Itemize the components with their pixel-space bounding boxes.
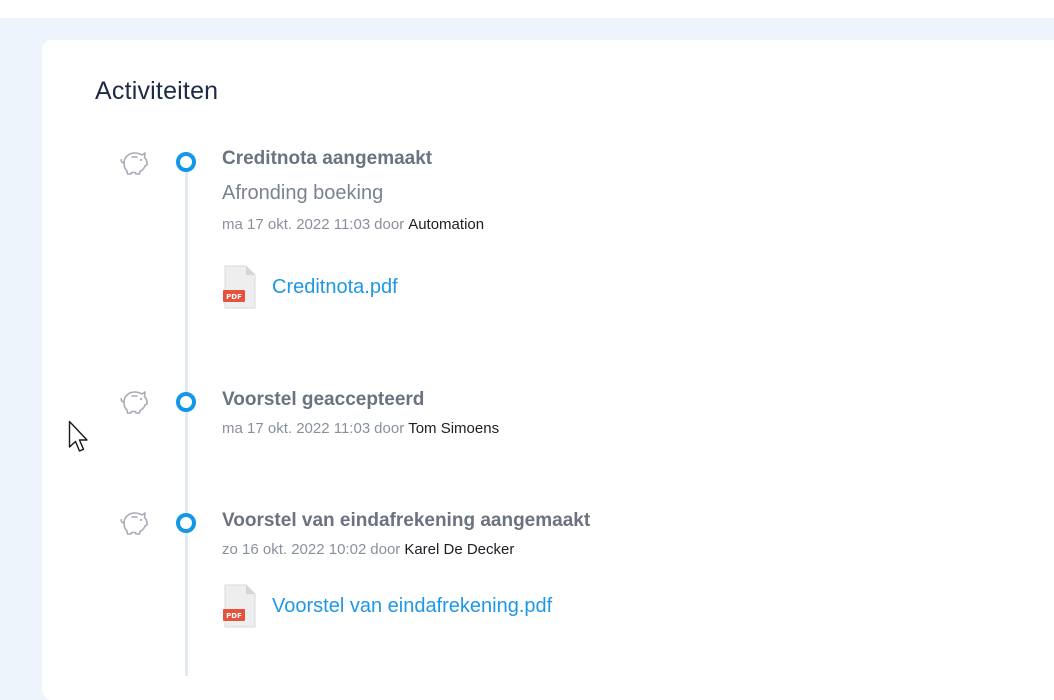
- activity-title: Creditnota aangemaakt: [222, 148, 433, 169]
- activity-author: Tom Simoens: [408, 420, 500, 437]
- mouse-cursor-icon: [68, 420, 88, 452]
- activity-title: Voorstel van eindafrekening aangemaakt: [222, 510, 591, 531]
- activity-description: Afronding boeking: [222, 182, 384, 204]
- activity-by: door: [374, 420, 405, 437]
- attachment-filename[interactable]: Voorstel van eindafrekening.pdf: [272, 595, 552, 618]
- activity-date: zo 16 okt. 2022 10:02: [222, 541, 367, 558]
- activity-meta: zo 16 okt. 2022 10:02 door Karel De Decker: [222, 540, 590, 560]
- activity-meta: ma 17 okt. 2022 11:03 door Tom Simoens: [222, 419, 499, 439]
- top-band: [0, 0, 1054, 18]
- attachment-link[interactable]: PDF Creditnota.pdf: [222, 265, 484, 309]
- activity-body: Creditnota aangemaakt Afronding boeking …: [222, 146, 484, 309]
- piggy-bank-icon: [120, 152, 148, 175]
- timeline-dot: [176, 392, 196, 412]
- activity-meta: ma 17 okt. 2022 11:03 door Automation: [222, 215, 484, 235]
- pdf-badge-label: PDF: [226, 293, 242, 301]
- pdf-file-icon: PDF: [223, 584, 256, 628]
- piggy-bank-icon: [120, 512, 148, 535]
- activity-author: Karel De Decker: [404, 541, 515, 558]
- timeline-dot: [176, 513, 196, 533]
- activity-body: Voorstel geaccepteerd ma 17 okt. 2022 11…: [222, 387, 499, 439]
- timeline-line: [185, 166, 188, 676]
- activity-by: door: [370, 541, 401, 558]
- activity-body: Voorstel van eindafrekening aangemaakt z…: [222, 508, 590, 628]
- attachment-filename[interactable]: Creditnota.pdf: [272, 276, 398, 299]
- activity-date: ma 17 okt. 2022 11:03: [222, 216, 371, 233]
- activity-title: Voorstel geaccepteerd: [222, 389, 425, 410]
- timeline-dot: [176, 152, 196, 172]
- activity-by: door: [374, 216, 405, 233]
- attachment-link[interactable]: PDF Voorstel van eindafrekening.pdf: [222, 584, 590, 628]
- pdf-file-icon: PDF: [223, 265, 256, 309]
- activity-date: ma 17 okt. 2022 11:03: [222, 420, 371, 437]
- piggy-bank-icon: [120, 391, 148, 414]
- pdf-badge-label: PDF: [226, 612, 242, 620]
- section-title: Activiteiten: [95, 77, 219, 105]
- activity-author: Automation: [408, 216, 485, 233]
